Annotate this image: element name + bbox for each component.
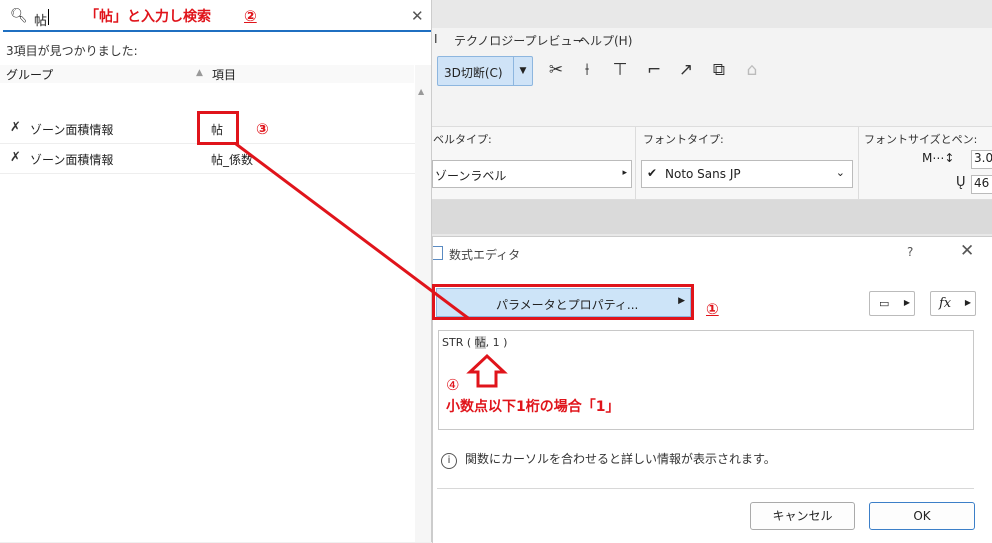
menu-item-technology-preview[interactable]: テクノロジープレビュー: [454, 32, 585, 49]
code-highlight: 帖: [474, 336, 486, 349]
chevron-right-icon: ▶: [903, 298, 910, 307]
parameter-icon: ✗: [10, 120, 21, 135]
functions-button[interactable]: fx ▶: [930, 291, 976, 316]
function-icon: fx: [939, 296, 952, 311]
corner-icon[interactable]: ⌐: [642, 58, 666, 82]
dialog-icon: [433, 246, 443, 260]
check-icon: ✔: [647, 166, 658, 180]
divider: [437, 488, 974, 489]
roof-icon[interactable]: ⌂: [740, 58, 764, 82]
parameter-icon: ✗: [10, 150, 21, 165]
cancel-button[interactable]: キャンセル: [750, 502, 855, 530]
font-type-value: Noto Sans JP: [665, 167, 741, 181]
annotation-step-4: ④: [446, 376, 460, 394]
annotation-search-note: 「帖」と入力し検索: [85, 9, 211, 25]
scroll-up-icon[interactable]: ▲: [418, 87, 424, 96]
info-icon: i: [441, 453, 457, 469]
menu-bar: I テクノロジープレビュー ヘルプ(H): [432, 28, 992, 50]
search-icon: 🔍︎: [10, 8, 28, 24]
adjust-icon[interactable]: ⊤: [608, 58, 632, 82]
section-cut-3d-button[interactable]: 3D切断(C) ▼: [437, 56, 533, 86]
chevron-down-icon[interactable]: ▼: [513, 57, 532, 85]
close-icon[interactable]: ✕: [411, 7, 424, 25]
row-group: ゾーン面積情報: [30, 123, 114, 137]
font-size-input[interactable]: 3.0: [971, 150, 992, 169]
font-type-dropdown[interactable]: ✔ Noto Sans JP ⌄: [641, 160, 853, 188]
sort-up-icon[interactable]: ▲: [196, 68, 203, 78]
curve-icon[interactable]: ↗: [674, 58, 698, 82]
info-box: ベルタイプ: ゾーンラベル ▸ フォントタイプ: ✔ Noto Sans JP …: [432, 127, 992, 200]
search-value: 帖: [34, 14, 48, 29]
annotation-box-param-button: [432, 284, 694, 320]
info-text: 関数にカーソルを合わせると詳しい情報が表示されます。: [465, 452, 776, 466]
offset-icon[interactable]: ⧉: [707, 58, 731, 82]
section-cut-3d-label: 3D切断(C): [444, 66, 503, 80]
label-type-dropdown[interactable]: ゾーンラベル ▸: [432, 160, 632, 188]
row-group: ゾーン面積情報: [30, 153, 114, 167]
column-header-group[interactable]: グループ: [6, 66, 53, 83]
parameter-search-panel: 🔍︎ 帖 ✕ 3項目が見つかりました: グループ ▲ 項目 ▲ ✗ ゾーン面積情…: [0, 0, 432, 542]
annotation-step-2: ②: [244, 7, 257, 25]
ruler-icon: ▭: [879, 297, 890, 310]
menu-item-partial[interactable]: I: [434, 32, 438, 46]
ok-button[interactable]: OK: [869, 502, 975, 530]
font-type-title: フォントタイプ:: [643, 133, 724, 146]
divider: [858, 127, 859, 199]
font-size-title: フォントサイズとペン:: [864, 133, 978, 146]
chevron-right-icon: ▸: [622, 168, 627, 178]
scissors-icon[interactable]: ✂: [544, 58, 568, 82]
close-icon[interactable]: ✕: [960, 241, 974, 261]
scrollbar[interactable]: ▲: [415, 65, 431, 542]
menu-item-help[interactable]: ヘルプ(H): [578, 32, 632, 49]
formula-code: STR ( 帖, 1 ): [442, 334, 507, 350]
dialog-title: 数式エディタ: [449, 248, 521, 262]
search-input[interactable]: 🔍︎ 帖 ✕: [3, 5, 431, 32]
divider: [635, 127, 636, 199]
formula-editor-dialog: 数式エディタ ? ✕ パラメータとプロパティ... ▶ ▭ ▶ fx ▶ STR…: [432, 236, 992, 543]
font-size-icon: M⋯↕: [922, 151, 955, 165]
label-type-title: ベルタイプ:: [433, 133, 492, 146]
pen-icon: Ų: [956, 175, 966, 190]
annotation-decimal-note: 小数点以下1桁の場合「1」: [446, 399, 620, 415]
chevron-down-icon: ⌄: [835, 166, 845, 179]
units-button[interactable]: ▭ ▶: [869, 291, 915, 316]
chevron-right-icon: ▶: [964, 298, 971, 307]
annotation-step-1: ①: [706, 300, 719, 318]
annotation-box-item: [197, 111, 239, 145]
text-cursor: [48, 9, 49, 25]
code-suffix: , 1 ): [485, 336, 508, 349]
help-button[interactable]: ?: [907, 245, 913, 259]
column-header-item[interactable]: 項目: [212, 66, 236, 83]
code-prefix: STR (: [442, 336, 475, 349]
table-row[interactable]: ✗ ゾーン面積情報 帖_係数: [0, 144, 415, 174]
row-item: 帖_係数: [211, 153, 254, 167]
pen-input[interactable]: 46: [971, 175, 992, 194]
results-header: グループ ▲ 項目: [0, 65, 414, 83]
annotation-step-3: ③: [256, 120, 269, 138]
results-count: 3項目が見つかりました:: [6, 44, 138, 58]
trim-icon[interactable]: ⟊: [575, 58, 599, 82]
info-message: i 関数にカーソルを合わせると詳しい情報が表示されます。: [441, 450, 776, 469]
label-type-value: ゾーンラベル: [435, 169, 507, 183]
tab-strip: [432, 200, 992, 234]
